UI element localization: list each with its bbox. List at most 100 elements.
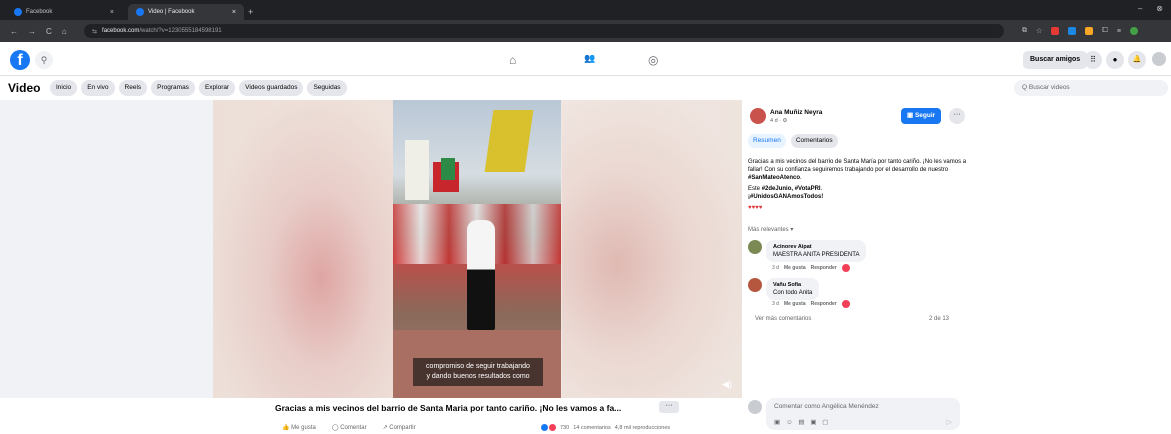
- buscar-amigos-button[interactable]: Buscar amigos: [1023, 51, 1088, 69]
- author-name[interactable]: Ana Muñiz Neyra: [770, 109, 822, 116]
- view-count: 4,8 mil reproducciones: [614, 424, 671, 431]
- hashtag-link[interactable]: ¡#UnidosGANAmosTodos!: [748, 194, 823, 200]
- panel-tabs: Resumen Comentarios: [748, 134, 838, 148]
- comment-author[interactable]: Vañu Sofia: [773, 281, 812, 289]
- comment-placeholder: Comentar como Angélica Menéndez: [774, 403, 879, 410]
- comment-pagination: 2 de 13: [929, 316, 950, 322]
- see-more-comments-link[interactable]: Ver más comentarios: [755, 316, 811, 322]
- close-tab-icon[interactable]: ×: [232, 9, 236, 16]
- comment-button[interactable]: ◯ Comentar: [332, 424, 367, 431]
- avatar[interactable]: [748, 240, 762, 254]
- facebook-logo-icon[interactable]: f: [10, 50, 30, 70]
- tab-resumen[interactable]: Resumen: [748, 134, 786, 148]
- extension-blue-icon[interactable]: [1068, 27, 1077, 35]
- extensions-puzzle-icon[interactable]: ⧠: [1102, 27, 1108, 35]
- comment-text: Con todo Anita: [773, 290, 813, 296]
- site-info-icon[interactable]: ⇆: [92, 28, 97, 35]
- tab-inicio[interactable]: Inicio: [50, 80, 78, 96]
- forward-icon[interactable]: →: [28, 27, 36, 36]
- description-text: Este: [748, 186, 761, 192]
- search-icon[interactable]: ⚲: [35, 51, 53, 69]
- facebook-favicon-icon: [14, 8, 22, 16]
- url-path: /watch/?v=1230555184598191: [139, 28, 222, 34]
- send-icon[interactable]: ▷: [947, 418, 952, 426]
- home-nav-icon[interactable]: ⌂: [509, 53, 516, 67]
- close-window-button[interactable]: ⊗: [1156, 4, 1163, 13]
- home-icon[interactable]: ⌂: [62, 27, 67, 36]
- hashtag-link[interactable]: #SanMateoAtenco: [748, 175, 800, 181]
- avatar[interactable]: [748, 278, 762, 292]
- tab-seguidas[interactable]: Seguidas: [307, 80, 347, 96]
- minimize-button[interactable]: –: [1138, 4, 1142, 13]
- messenger-icon[interactable]: ●: [1106, 51, 1124, 69]
- friends-nav-icon[interactable]: 👥: [584, 53, 595, 64]
- description-text: Gracias a mis vecinos del barrio de Sant…: [748, 159, 967, 173]
- comment-text: MAESTRA ANITA PRESIDENTA: [773, 252, 860, 258]
- close-tab-icon[interactable]: ×: [110, 9, 114, 16]
- panel-more-button[interactable]: ···: [949, 108, 965, 124]
- browser-tab-video[interactable]: Video | Facebook ×: [128, 4, 244, 20]
- comment-like-button[interactable]: Me gusta: [784, 265, 806, 271]
- avatar: [748, 400, 762, 414]
- comment-icon: ◯: [331, 425, 341, 431]
- comment-sort-dropdown[interactable]: Más relevantes ▾: [748, 226, 793, 233]
- install-icon[interactable]: ⧉: [1022, 27, 1027, 35]
- follow-button[interactable]: ▣ Seguir: [901, 108, 942, 124]
- comment-time[interactable]: 3 d: [772, 265, 779, 271]
- comment-meta: 3 d Me gusta Responder: [772, 264, 850, 272]
- post-stats: 730 14 comentarios 4,8 mil reproduccione…: [541, 424, 670, 431]
- comment-author[interactable]: Acinorev Aipat: [773, 243, 859, 251]
- comment-bubble: Vañu Sofia Con todo Anita: [766, 278, 820, 300]
- comment-label: Comentar: [340, 425, 367, 431]
- description-punct: .: [820, 186, 823, 192]
- comment-input[interactable]: Comentar como Angélica Menéndez ▣ ☺ ▤ ▣ …: [766, 398, 960, 430]
- post-time: 4 d · ⚙: [770, 118, 788, 124]
- media-control-icon[interactable]: ≡: [1117, 28, 1121, 35]
- comment-bubble: Acinorev Aipat MAESTRA ANITA PRESIDENTA: [766, 240, 867, 262]
- notifications-bell-icon[interactable]: 🔔: [1128, 51, 1146, 69]
- composer-tools-icons[interactable]: ▣ ☺ ▤ ▣ ▢: [774, 418, 830, 426]
- window-controls: – ⊗: [1138, 4, 1163, 13]
- new-tab-button[interactable]: +: [248, 7, 253, 17]
- url-input[interactable]: ⇆ facebook.com/watch/?v=1230555184598191: [84, 24, 1004, 38]
- reaction-count[interactable]: 730: [560, 425, 569, 431]
- tab-en-vivo[interactable]: En vivo: [81, 80, 115, 96]
- share-button[interactable]: ↗ Compartir: [383, 424, 416, 431]
- comment-reply-button[interactable]: Responder: [811, 265, 837, 271]
- more-options-button[interactable]: ···: [659, 401, 679, 413]
- profile-icon[interactable]: [1129, 27, 1138, 35]
- comment-time[interactable]: 3 d: [772, 301, 779, 307]
- like-button[interactable]: 👍 Me gusta: [282, 424, 316, 431]
- heart-reaction-icon: [841, 264, 850, 272]
- hashtag-link[interactable]: #2deJunio, #VotaPRI: [762, 186, 821, 192]
- facebook-favicon-icon: [136, 8, 144, 16]
- comment-count[interactable]: 14 comentarios: [573, 425, 611, 431]
- tab-reels[interactable]: Reels: [118, 80, 148, 96]
- comment-meta: 3 d Me gusta Responder: [772, 300, 850, 308]
- comment-reply-button[interactable]: Responder: [811, 301, 837, 307]
- comment-like-button[interactable]: Me gusta: [784, 301, 806, 307]
- menu-grid-icon[interactable]: ⠿: [1084, 51, 1102, 69]
- tab-explorar[interactable]: Explorar: [198, 80, 236, 96]
- video-player[interactable]: compromiso de seguir trabajando y dando …: [213, 100, 742, 398]
- tab-videos-guardados[interactable]: Videos guardados: [239, 80, 304, 96]
- tab-programas[interactable]: Programas: [151, 80, 195, 96]
- facebook-header: f ⚲ ⌂ 👥 ◎ Buscar amigos ⠿ ● 🔔: [0, 42, 1171, 76]
- video-search-input[interactable]: Q Buscar videos: [1014, 80, 1168, 96]
- groups-nav-icon[interactable]: ◎: [648, 53, 658, 67]
- reload-icon[interactable]: C: [46, 27, 52, 36]
- avatar[interactable]: [750, 108, 766, 124]
- caption-line: y dando buenos resultados como: [426, 373, 530, 380]
- video-blur-right: [562, 100, 742, 398]
- bookmark-star-icon[interactable]: ☆: [1036, 27, 1042, 35]
- caption-line: compromiso de seguir trabajando: [426, 363, 530, 370]
- extension-red-icon[interactable]: [1051, 27, 1060, 35]
- browser-tab-facebook[interactable]: Facebook ×: [6, 4, 122, 20]
- avatar[interactable]: [1150, 50, 1168, 68]
- extensions-bar: ⧉ ☆ ⧠ ≡: [1022, 27, 1138, 35]
- back-icon[interactable]: ←: [10, 27, 18, 36]
- tab-comentarios[interactable]: Comentarios: [790, 134, 838, 148]
- volume-icon[interactable]: ◀): [722, 379, 732, 390]
- tab-title: Facebook: [26, 9, 53, 15]
- extension-yellow-icon[interactable]: [1085, 27, 1094, 35]
